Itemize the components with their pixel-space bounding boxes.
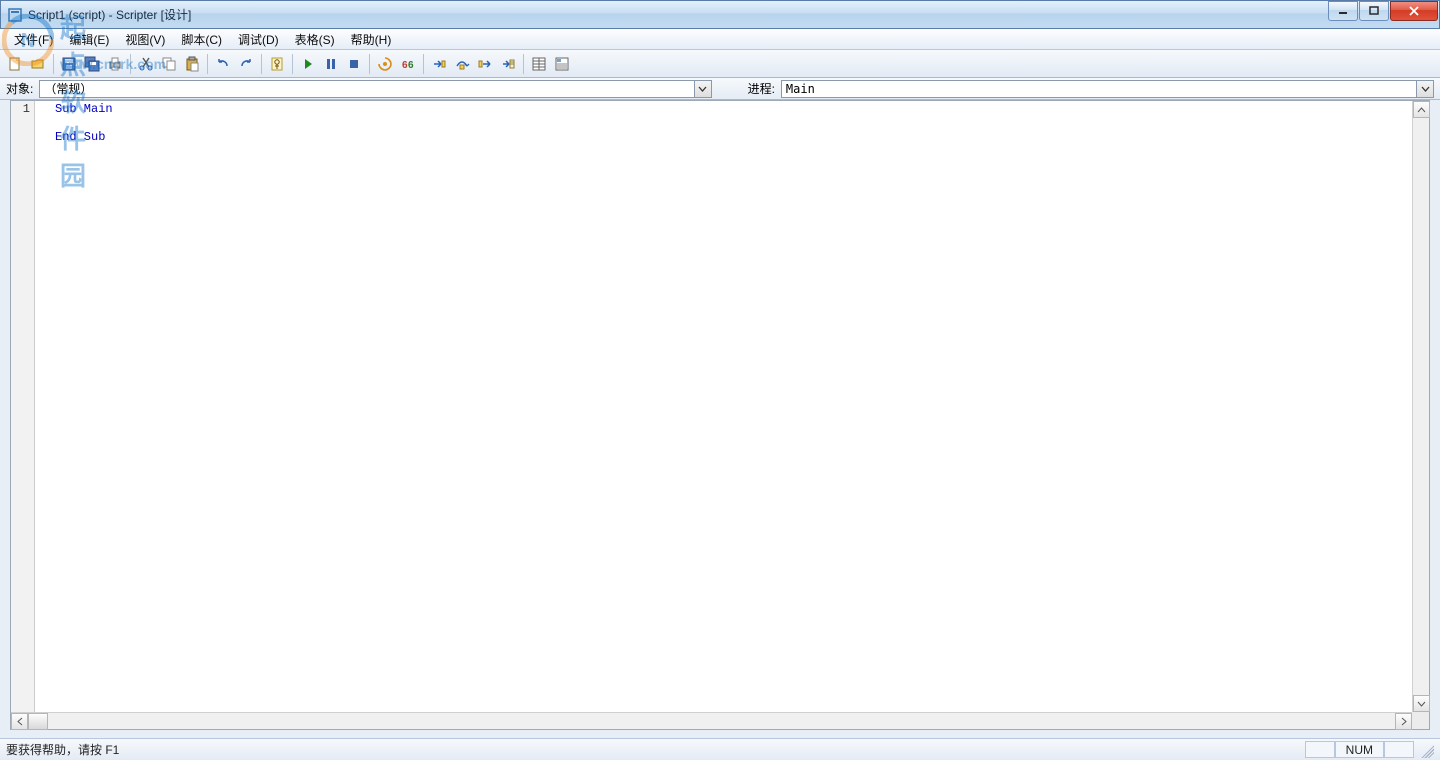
status-help-text: 要获得帮助，请按 F1 xyxy=(6,741,119,758)
toolbar-separator xyxy=(207,54,208,74)
save-icon[interactable] xyxy=(58,53,80,75)
process-combobox[interactable]: Main xyxy=(781,80,1434,98)
open-file-icon[interactable] xyxy=(27,53,49,75)
menu-script[interactable]: 脚本(C) xyxy=(173,29,230,50)
watch-icon[interactable]: 66 xyxy=(397,53,419,75)
svg-text:6: 6 xyxy=(408,60,414,71)
object-combobox-value: （常规） xyxy=(44,80,92,97)
pause-icon[interactable] xyxy=(320,53,342,75)
scroll-thumb[interactable] xyxy=(28,713,48,730)
window-title: Script1 (script) - Scripter [设计] xyxy=(28,6,191,23)
copy-icon[interactable] xyxy=(158,53,180,75)
menu-help[interactable]: 帮助(H) xyxy=(343,29,400,50)
menu-edit[interactable]: 编辑(E) xyxy=(61,29,117,50)
toolbar-separator xyxy=(292,54,293,74)
object-combobox[interactable]: （常规） xyxy=(39,80,711,98)
scroll-down-icon[interactable] xyxy=(1413,695,1430,712)
scroll-left-icon[interactable] xyxy=(11,713,28,730)
paste-icon[interactable] xyxy=(181,53,203,75)
line-gutter: 1 xyxy=(11,101,35,729)
maximize-button[interactable] xyxy=(1359,1,1389,21)
code-line: Sub Main xyxy=(55,102,113,116)
scroll-corner xyxy=(1412,712,1429,729)
status-cell xyxy=(1305,741,1335,758)
toolbar-separator xyxy=(523,54,524,74)
statusbar: 要获得帮助，请按 F1 NUM xyxy=(0,738,1440,760)
resize-grip-icon[interactable] xyxy=(1418,742,1434,758)
menu-view[interactable]: 视图(V) xyxy=(117,29,173,50)
properties-icon[interactable] xyxy=(528,53,550,75)
breakpoint-icon[interactable] xyxy=(374,53,396,75)
toolbar-separator xyxy=(130,54,131,74)
chevron-down-icon[interactable] xyxy=(1416,81,1433,97)
menu-table[interactable]: 表格(S) xyxy=(287,29,343,50)
close-button[interactable] xyxy=(1390,1,1438,21)
object-label: 对象: xyxy=(6,80,33,97)
toolbar-separator xyxy=(53,54,54,74)
horizontal-scrollbar[interactable] xyxy=(11,712,1412,729)
cut-icon[interactable] xyxy=(135,53,157,75)
new-file-icon[interactable] xyxy=(4,53,26,75)
stop-icon[interactable] xyxy=(343,53,365,75)
toolbar: 66 xyxy=(0,50,1440,78)
menu-debug[interactable]: 调试(D) xyxy=(230,29,287,50)
status-cell xyxy=(1384,741,1414,758)
menu-file[interactable]: 文件(F) xyxy=(6,29,61,50)
scroll-right-icon[interactable] xyxy=(1395,713,1412,730)
selector-bar: 对象: （常规） 进程: Main xyxy=(0,78,1440,100)
references-icon[interactable] xyxy=(266,53,288,75)
run-icon[interactable] xyxy=(297,53,319,75)
toolbar-separator xyxy=(261,54,262,74)
step-to-cursor-icon[interactable] xyxy=(497,53,519,75)
code-editor[interactable]: 1 Sub Main End Sub xyxy=(10,100,1430,730)
menubar: 文件(F) 编辑(E) 视图(V) 脚本(C) 调试(D) 表格(S) 帮助(H… xyxy=(0,29,1440,50)
step-over-icon[interactable] xyxy=(451,53,473,75)
step-into-icon[interactable] xyxy=(428,53,450,75)
app-icon xyxy=(7,7,23,23)
toolbar-separator xyxy=(369,54,370,74)
toolbar-separator xyxy=(423,54,424,74)
process-label: 进程: xyxy=(748,80,775,97)
print-icon[interactable] xyxy=(104,53,126,75)
step-out-icon[interactable] xyxy=(474,53,496,75)
scroll-up-icon[interactable] xyxy=(1413,101,1430,118)
undo-icon[interactable] xyxy=(212,53,234,75)
minimize-button[interactable] xyxy=(1328,1,1358,21)
redo-icon[interactable] xyxy=(235,53,257,75)
code-area[interactable]: Sub Main End Sub xyxy=(35,101,1429,729)
vertical-scrollbar[interactable] xyxy=(1412,101,1429,712)
chevron-down-icon[interactable] xyxy=(694,81,711,97)
code-line: End Sub xyxy=(55,130,105,144)
titlebar: Script1 (script) - Scripter [设计] xyxy=(0,0,1440,29)
status-num: NUM xyxy=(1335,741,1384,758)
process-combobox-value: Main xyxy=(786,82,815,96)
save-all-icon[interactable] xyxy=(81,53,103,75)
line-number: 1 xyxy=(11,102,34,116)
object-browser-icon[interactable] xyxy=(551,53,573,75)
